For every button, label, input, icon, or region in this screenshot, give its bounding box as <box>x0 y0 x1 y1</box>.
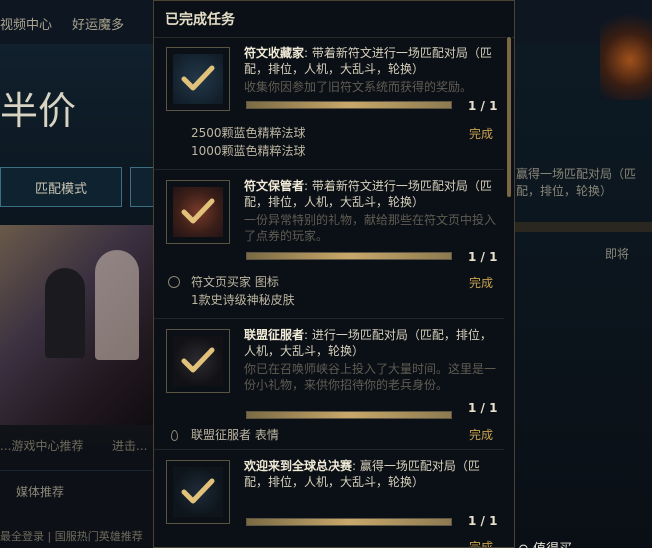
mission-title: 符文收藏家: 带着新符文进行一场匹配对局（匹配，排位，人机，大乱斗，轮换） <box>244 45 496 77</box>
status-complete: 完成 <box>469 428 494 442</box>
mission-item[interactable]: 联盟征服者: 进行一场匹配对局（匹配，排位，人机，大乱斗，轮换） 你已在召唤师峡… <box>154 319 504 450</box>
status-complete: 完成 <box>469 127 494 141</box>
checkmark-icon <box>173 467 223 517</box>
match-mode-button[interactable]: 匹配模式 <box>0 167 122 207</box>
champion-art <box>600 0 652 100</box>
emote-drop-icon <box>171 430 178 441</box>
mission-icon-frame <box>166 180 230 244</box>
mission-progress-count: 1 / 1 <box>468 99 498 113</box>
scrollbar[interactable] <box>506 37 512 547</box>
progress-fill <box>247 253 451 259</box>
reward-text: 符文页买家 图标 <box>191 275 279 289</box>
mission-title: 欢迎来到全球总决赛: 赢得一场匹配对局（匹配，排位，人机，大乱斗，轮换） <box>244 458 496 490</box>
footer-link[interactable]: 最全登录 | 国服热门英雄推荐 <box>0 528 143 544</box>
mission-progress-bar <box>246 518 452 526</box>
progress-fill <box>247 102 451 108</box>
checkmark-icon <box>173 336 223 386</box>
mission-item[interactable]: 欢迎来到全球总决赛: 赢得一场匹配对局（匹配，排位，人机，大乱斗，轮换） 1 /… <box>154 450 504 548</box>
mission-description: 一份异常特别的礼物，献给那些在符文页中投入了点券的玩家。 <box>244 213 497 243</box>
right-link[interactable]: 即将 <box>605 245 629 262</box>
right-progress-bar <box>515 222 652 232</box>
status-complete: 完成 <box>469 276 494 290</box>
mission-progress-count: 1 / 1 <box>468 514 498 528</box>
mission-name: 欢迎来到全球总决赛 <box>244 459 353 473</box>
media-section-title: 媒体推荐 <box>16 485 65 499</box>
mission-description: 收集你因参加了旧符文系统而获得的奖励。 <box>244 80 473 94</box>
mission-list[interactable]: 符文收藏家: 带着新符文进行一场匹配对局（匹配，排位，人机，大乱斗，轮换） 收集… <box>154 37 514 547</box>
right-quest-text: 赢得一场匹配对局（匹配，排位，轮换） <box>516 167 637 198</box>
mission-progress-bar <box>246 101 452 109</box>
left-link[interactable]: ...游戏中心推荐 <box>0 437 83 454</box>
banner-figure <box>95 250 139 360</box>
reward-text: 2500颗蓝色精粹法球 <box>191 126 306 140</box>
promo-heading: 半价 <box>0 89 77 133</box>
panel-title: 已完成任务 <box>154 1 514 38</box>
mission-progress-bar <box>246 411 452 419</box>
mission-name: 联盟征服者 <box>244 328 305 342</box>
mission-icon-frame <box>166 329 230 393</box>
mission-item[interactable]: 符文收藏家: 带着新符文进行一场匹配对局（匹配，排位，人机，大乱斗，轮换） 收集… <box>154 37 504 170</box>
banner-figure <box>45 268 85 358</box>
mission-title: 联盟征服者: 进行一场匹配对局（匹配，排位，人机，大乱斗，轮换） <box>244 327 496 359</box>
checkmark-icon <box>173 54 223 104</box>
summoner-icon-reward <box>168 276 180 288</box>
reward-text: 1款史诗级神秘皮肤 <box>191 293 295 307</box>
mission-progress-bar <box>246 252 452 260</box>
right-panel <box>515 44 652 548</box>
media-section: 媒体推荐 <box>0 470 155 511</box>
mission-icon-frame <box>166 47 230 111</box>
mission-progress-count: 1 / 1 <box>468 250 498 264</box>
reward-text: 联盟征服者 表情 <box>191 428 279 442</box>
mission-description: 你已在召唤师峡谷上投入了大量时间。这里是一份小礼物，来供你招待你的老兵身份。 <box>244 362 497 392</box>
mission-progress-count: 1 / 1 <box>468 401 498 415</box>
mission-name: 符文保管者 <box>244 179 305 193</box>
progress-fill <box>247 412 451 418</box>
mission-title: 符文保管者: 带着新符文进行一场匹配对局（匹配，排位，人机，大乱斗，轮换） <box>244 178 496 210</box>
mission-name: 符文收藏家 <box>244 46 305 60</box>
reward-text: 1000颗蓝色精粹法球 <box>191 144 306 158</box>
watermark-logo: ⊙ 值得买 <box>518 538 572 548</box>
status-complete: 完成 <box>469 540 494 548</box>
nav-item[interactable]: 好运魔多 <box>72 14 124 33</box>
completed-missions-panel: 已完成任务 符文收藏家: 带着新符文进行一场匹配对局（匹配，排位，人机，大乱斗，… <box>153 0 515 548</box>
mission-item[interactable]: 符文保管者: 带着新符文进行一场匹配对局（匹配，排位，人机，大乱斗，轮换） 一份… <box>154 170 504 319</box>
nav-video-center[interactable]: 视频中心 <box>0 14 52 33</box>
checkmark-icon <box>173 187 223 237</box>
left-link[interactable]: 进击... <box>112 437 147 454</box>
progress-fill <box>247 519 451 525</box>
scrollbar-thumb[interactable] <box>507 37 511 197</box>
mission-icon-frame <box>166 460 230 524</box>
